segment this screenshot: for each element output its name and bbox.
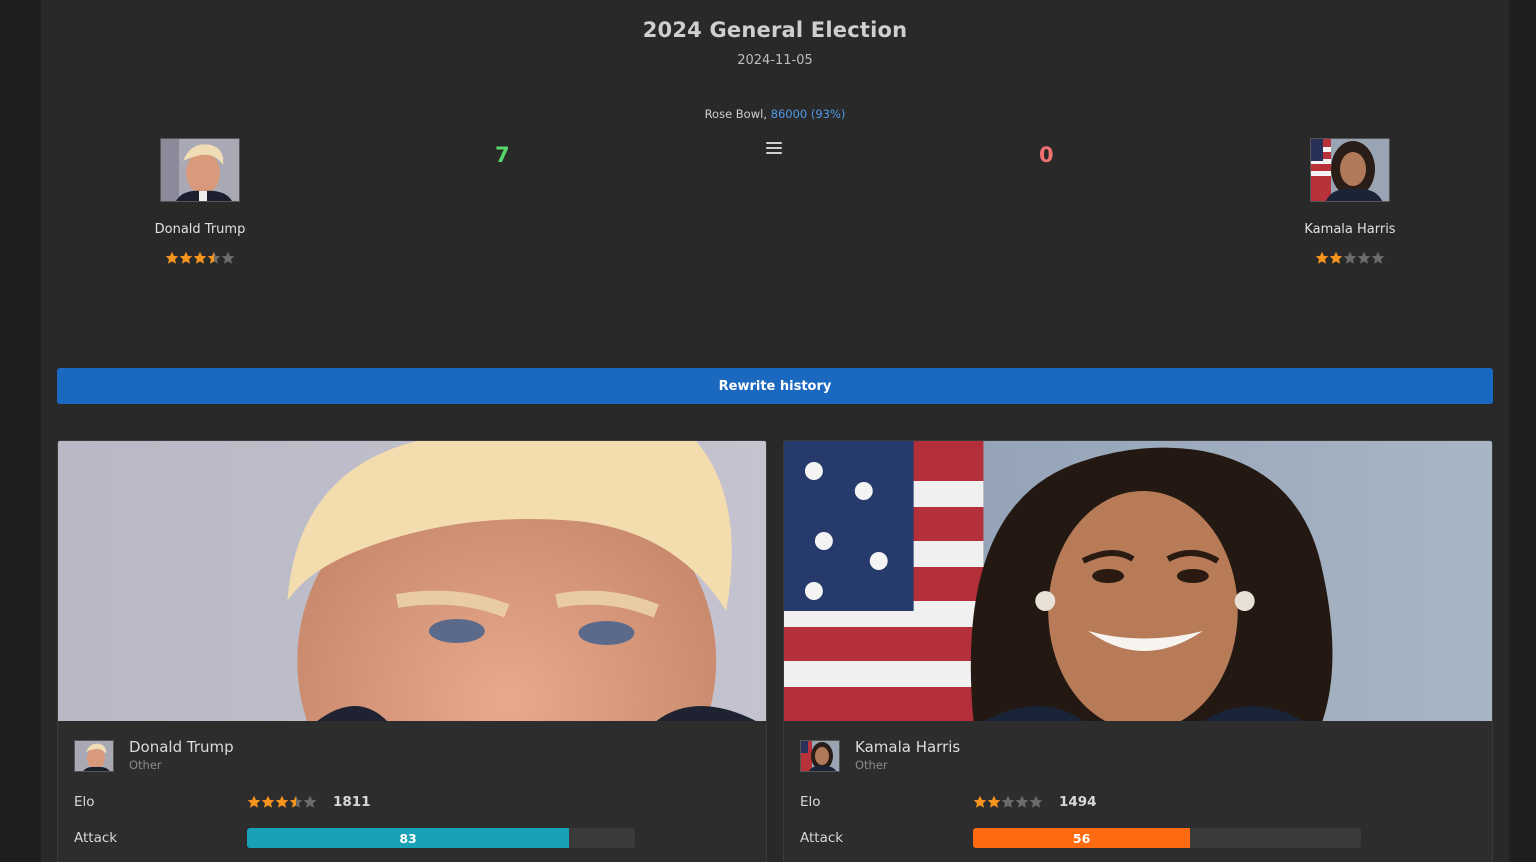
venue-name: Rose Bowl (704, 107, 764, 121)
away-team-name[interactable]: Kamala Harris (1250, 222, 1450, 237)
star-icon (207, 251, 221, 264)
star-icon (289, 795, 303, 808)
home-card-avatar[interactable] (74, 740, 114, 772)
away-card-header: Kamala Harris Other (800, 738, 960, 772)
home-team-photo (58, 441, 766, 721)
away-score: 0 (1039, 143, 1054, 167)
attack-label: Attack (74, 830, 118, 846)
home-attack-fill: 83 (247, 828, 570, 848)
star-icon (193, 251, 207, 264)
match-panel: 2024 General Election 2024-11-05 Rose Bo… (41, 0, 1509, 862)
away-team-avatar[interactable] (1310, 138, 1390, 202)
home-card-header: Donald Trump Other (74, 738, 234, 772)
away-elo-stars (973, 795, 1043, 809)
star-icon (275, 795, 289, 808)
star-icon (973, 795, 987, 808)
attack-label: Attack (800, 830, 844, 846)
away-elo-value: 1494 (1059, 794, 1097, 810)
away-rating-stars (1250, 251, 1450, 265)
star-icon (1371, 251, 1385, 264)
rewrite-history-button[interactable]: Rewrite history (57, 368, 1493, 404)
home-card-league: Other (129, 758, 162, 772)
away-card-avatar[interactable] (800, 740, 840, 772)
away-team-card: Kamala Harris Other Elo 1494 Attack 56 (783, 440, 1493, 862)
away-attack-bar: 56 (973, 828, 1361, 848)
attendance[interactable]: 86000 (93%) (771, 107, 846, 121)
star-icon (179, 251, 193, 264)
star-icon (1315, 251, 1329, 264)
elo-label: Elo (74, 794, 95, 810)
away-attack-fill: 56 (973, 828, 1191, 848)
match-title: 2024 General Election (642, 18, 908, 42)
home-elo-value: 1811 (333, 794, 371, 810)
star-icon (987, 795, 1001, 808)
away-card-name[interactable]: Kamala Harris (855, 738, 960, 756)
away-elo-row: Elo 1494 (800, 794, 1097, 810)
home-elo-stars (247, 795, 317, 809)
away-attack-row: Attack 56 (800, 828, 1361, 848)
star-icon (247, 795, 261, 808)
home-team[interactable]: Donald Trump (100, 138, 300, 265)
hamburger-menu-icon[interactable] (766, 142, 782, 156)
star-icon (1029, 795, 1043, 808)
star-icon (1001, 795, 1015, 808)
away-team[interactable]: Kamala Harris (1250, 138, 1450, 265)
match-date: 2024-11-05 (737, 53, 813, 68)
home-team-card: Donald Trump Other Elo 1811 Attack 83 (57, 440, 767, 862)
star-icon (1015, 795, 1029, 808)
home-rating-stars (100, 251, 300, 265)
star-icon (1329, 251, 1343, 264)
home-card-name[interactable]: Donald Trump (129, 738, 234, 756)
venue-line: Rose Bowl, 86000 (93%) (704, 107, 846, 121)
star-icon (1343, 251, 1357, 264)
home-elo-row: Elo 1811 (74, 794, 371, 810)
star-icon (165, 251, 179, 264)
home-attack-bar: 83 (247, 828, 635, 848)
home-team-avatar[interactable] (160, 138, 240, 202)
star-icon (221, 251, 235, 264)
star-icon (1357, 251, 1371, 264)
star-icon (303, 795, 317, 808)
away-team-photo (784, 441, 1492, 721)
elo-label: Elo (800, 794, 821, 810)
away-card-league: Other (855, 758, 888, 772)
home-attack-row: Attack 83 (74, 828, 635, 848)
star-icon (261, 795, 275, 808)
home-team-name[interactable]: Donald Trump (100, 222, 300, 237)
home-score: 7 (495, 143, 510, 167)
